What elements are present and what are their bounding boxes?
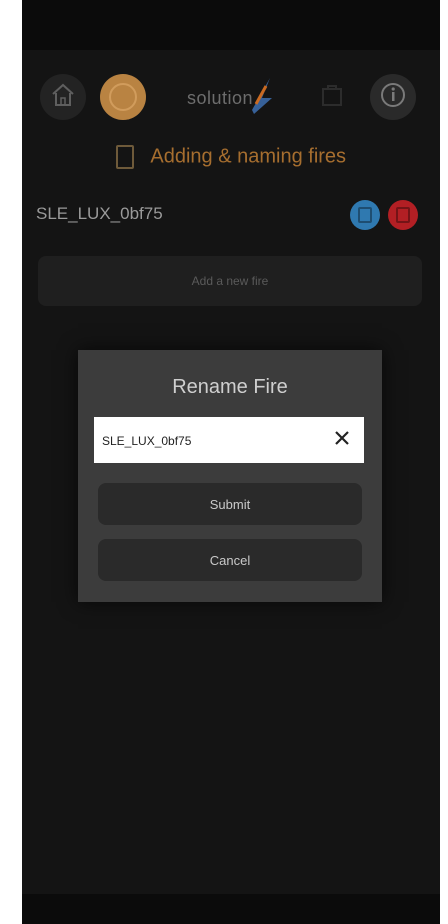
fire-list-item: SLE_LUX_0bf75 [36,198,428,232]
home-icon [50,82,76,113]
close-icon [334,430,350,451]
document-icon [115,145,134,169]
rename-fire-dialog: Rename Fire Submit Cancel [78,350,382,602]
home-button[interactable] [40,74,86,120]
fire-name-input[interactable] [100,417,324,465]
bag-icon [319,81,345,112]
cancel-label: Cancel [209,552,251,568]
delete-fire-button[interactable] [388,200,418,230]
submit-label: Submit [209,496,251,512]
fire-name: SLE_LUX_0bf75 [36,204,163,223]
logo-mark [252,78,272,114]
info-icon [380,82,406,113]
edit-icon [358,207,372,223]
clear-input-button[interactable] [330,428,354,452]
add-fire-label: Add a new fire [191,274,269,288]
fire-control-button[interactable] [100,74,146,120]
info-button[interactable] [370,74,416,120]
flame-icon [109,83,137,111]
top-nav: solution [22,68,440,128]
submit-button[interactable]: Submit [98,483,362,525]
page-title: Adding & naming fires [22,145,440,169]
shop-button[interactable] [312,76,352,116]
cancel-button[interactable]: Cancel [98,539,362,581]
app-screen: solution Adding & naming fires SLE_LUX_0… [22,0,440,924]
edit-fire-button[interactable] [350,200,380,230]
page-title-text: Adding & naming fires [150,145,347,168]
brand-logo: solution [187,78,297,114]
status-bar [22,0,440,50]
delete-icon [396,207,410,223]
fire-name-field[interactable] [94,417,364,465]
navigation-bar [22,894,440,924]
dialog-title: Rename Fire [172,376,288,398]
add-fire-button[interactable]: Add a new fire [38,256,422,306]
